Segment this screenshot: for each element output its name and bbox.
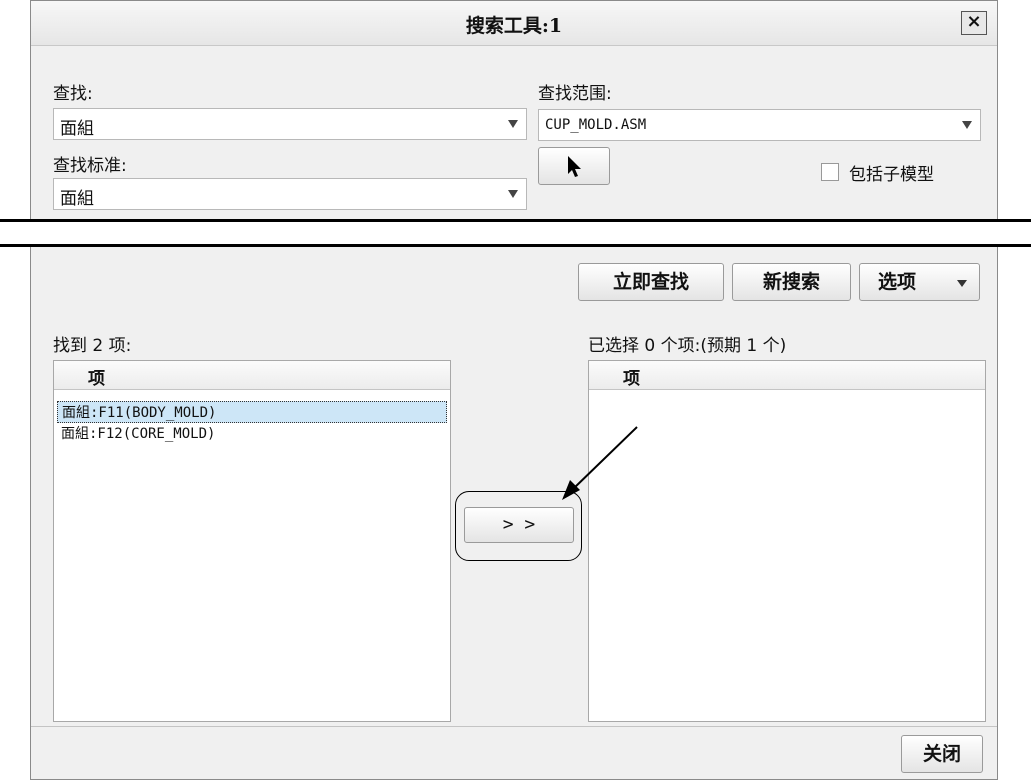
annotation-arrow-icon bbox=[562, 426, 638, 500]
